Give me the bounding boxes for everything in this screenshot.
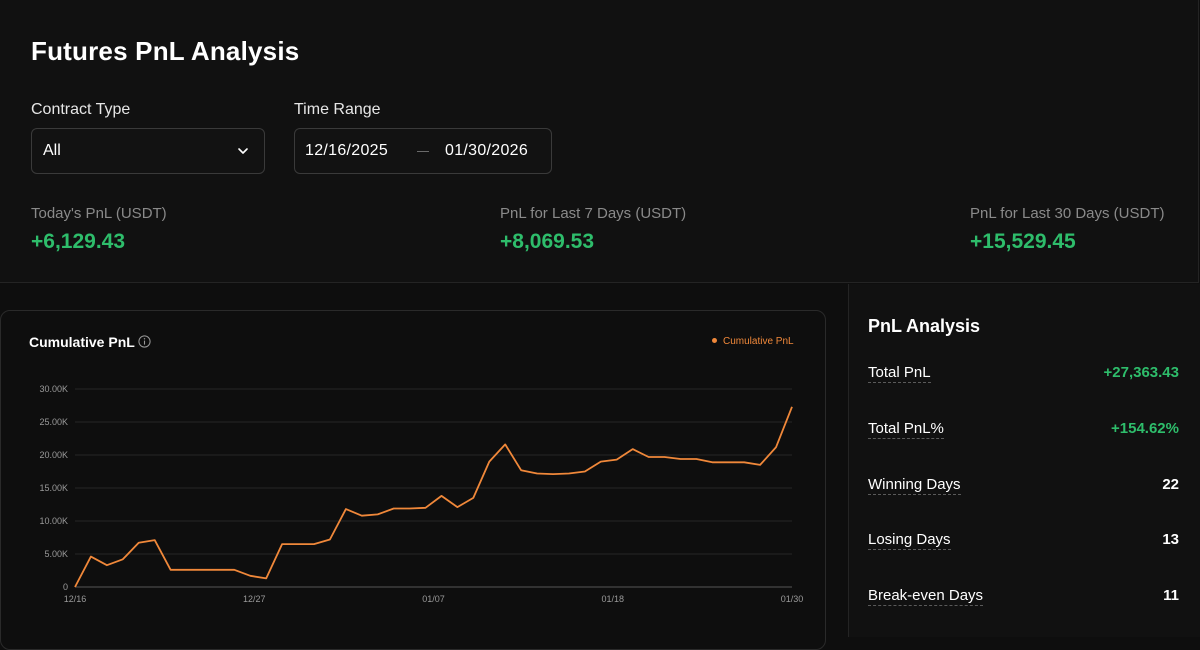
time-range-label: Time Range bbox=[294, 101, 381, 118]
start-date[interactable]: 12/16/2025 bbox=[305, 142, 388, 160]
y-tick-label: 5.00K bbox=[44, 549, 68, 559]
break-even-days-value: 11 bbox=[1163, 587, 1179, 604]
x-tick-label: 12/16 bbox=[64, 594, 87, 604]
total-pnl-value: +27,363.43 bbox=[1103, 364, 1180, 381]
todays-pnl-label: Today's PnL (USDT) bbox=[31, 205, 167, 222]
legend-label: Cumulative PnL bbox=[723, 336, 794, 347]
y-tick-label: 15.00K bbox=[39, 483, 68, 493]
chart-legend[interactable]: Cumulative PnL bbox=[712, 336, 794, 347]
losing-days-value: 13 bbox=[1162, 531, 1179, 548]
losing-days-label[interactable]: Losing Days bbox=[868, 531, 951, 550]
analysis-title: PnL Analysis bbox=[868, 316, 981, 336]
total-pnl-label[interactable]: Total PnL bbox=[868, 364, 931, 383]
y-tick-label: 25.00K bbox=[39, 417, 68, 427]
todays-pnl-value: +6,129.43 bbox=[31, 230, 126, 253]
contract-type-select[interactable]: All bbox=[31, 128, 265, 174]
cumulative-pnl-chart[interactable]: 0 5.00K 10.00K 15.00K 20.00K 25.00K 30.00K 12/1… bbox=[0, 370, 826, 610]
chevron-down-icon bbox=[238, 148, 248, 154]
pnl-30d-value: +15,529.45 bbox=[970, 230, 1076, 253]
legend-dot-icon bbox=[712, 337, 717, 343]
pnl-30d-label: PnL for Last 30 Days (USDT) bbox=[970, 205, 1165, 222]
y-tick-label: 10.00K bbox=[39, 516, 68, 526]
x-tick-label: 12/27 bbox=[243, 594, 266, 604]
chart-title: Cumulative PnL bbox=[29, 334, 135, 350]
info-icon[interactable] bbox=[138, 335, 151, 348]
time-range-picker[interactable]: 12/16/2025 01/30/2026 bbox=[294, 128, 552, 174]
x-tick-label: 01/30 bbox=[781, 594, 804, 604]
y-tick-label: 0 bbox=[63, 582, 68, 592]
break-even-days-label[interactable]: Break-even Days bbox=[868, 587, 984, 606]
winning-days-label[interactable]: Winning Days bbox=[868, 476, 961, 495]
date-separator bbox=[417, 151, 429, 152]
pnl-7d-label: PnL for Last 7 Days (USDT) bbox=[500, 205, 687, 222]
y-tick-label: 30.00K bbox=[39, 384, 68, 394]
x-tick-label: 01/07 bbox=[422, 594, 445, 604]
contract-type-label: Contract Type bbox=[31, 101, 131, 118]
end-date[interactable]: 01/30/2026 bbox=[445, 142, 528, 160]
winning-days-value: 22 bbox=[1162, 476, 1179, 493]
total-pnl-percent-label[interactable]: Total PnL% bbox=[868, 420, 944, 439]
contract-type-value: All bbox=[43, 142, 61, 159]
y-tick-label: 20.00K bbox=[39, 450, 68, 460]
page-title: Futures PnL Analysis bbox=[31, 36, 300, 66]
cumulative-pnl-line bbox=[74, 406, 793, 588]
pnl-7d-value: +8,069.53 bbox=[500, 230, 595, 253]
x-tick-label: 01/18 bbox=[601, 594, 624, 604]
total-pnl-percent-value: +154.62% bbox=[1111, 420, 1179, 437]
